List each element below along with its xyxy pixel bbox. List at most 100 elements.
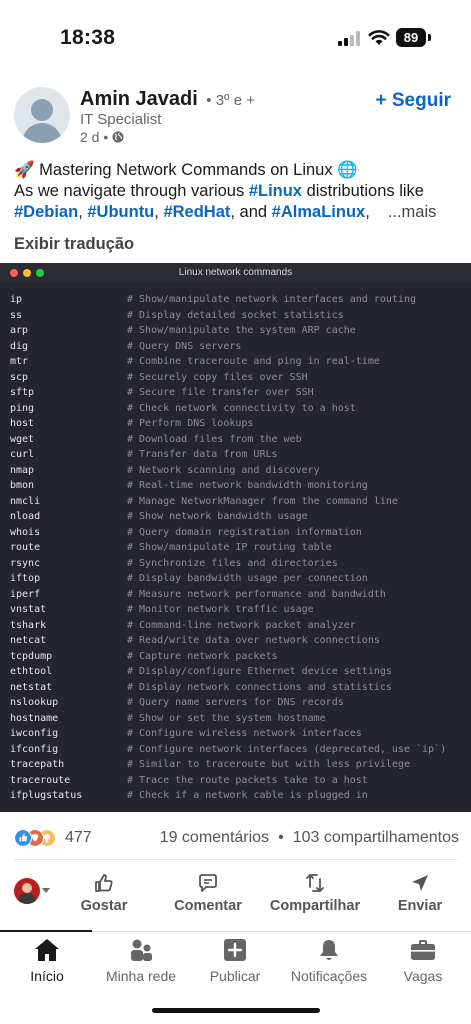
comment-icon [199,874,217,892]
terminal-command: route [10,542,41,553]
nav-home-label: Início [30,968,64,984]
chevron-down-icon[interactable] [42,888,50,893]
terminal-comment: # Read/write data over network connectio… [127,635,380,646]
nav-active-indicator [0,930,92,932]
terminal-command: nslookup [10,697,59,708]
comment-label: Comentar [174,898,242,914]
nav-jobs[interactable]: Vagas [376,938,470,984]
terminal-comment: # Measure network performance and bandwi… [127,588,386,600]
author-headline: IT Specialist [80,111,162,128]
follow-button[interactable]: + Seguir [376,90,452,112]
actor-avatar[interactable] [14,878,40,904]
post-meta: 2 d • [80,129,124,145]
terminal-comment: # Trace the route packets take to a host [127,774,368,786]
terminal-command: nmap [10,464,35,476]
terminal-comment: # Monitor network traffic usage [127,604,314,615]
terminal-command: tcpdump [10,650,53,662]
terminal-comment: # Command-line network packet analyzer [127,619,356,631]
share-count[interactable]: 103 compartilhamentos [293,829,459,846]
terminal-command: iwconfig [10,728,59,739]
terminal-line: vnstat # Monitor network traffic usage [10,602,465,618]
post-actions-bar: Gostar Comentar Compartilhar Enviar [0,870,471,920]
terminal-comment: # Network scanning and discovery [127,464,320,476]
terminal-command: netcat [10,635,47,646]
author-avatar[interactable] [14,87,70,143]
home-indicator [152,1008,320,1013]
bottom-navigation: Início Minha rede Publicar Notificações … [0,934,471,994]
terminal-command-list: ip # Show/manipulate network interfaces a… [10,292,465,804]
nav-home[interactable]: Início [0,938,94,984]
terminal-comment: # Check network connectivity to a host [127,402,356,414]
hashtag-almalinux[interactable]: #AlmaLinux [272,203,366,221]
terminal-line: bmon # Real-time network bandwidth monito… [10,478,465,494]
battery-indicator: 89 [396,28,426,47]
status-bar: 18:38 89 [0,0,471,70]
comment-count[interactable]: 19 comentários [160,829,269,846]
author-name[interactable]: Amin Javadi [80,88,198,110]
author-line: Amin Javadi • 3º e + [80,88,255,111]
terminal-line: dig # Query DNS servers [10,339,465,355]
nav-jobs-label: Vagas [403,968,443,984]
terminal-command: rsync [10,557,41,569]
repost-label: Compartilhar [269,898,361,914]
like-button[interactable]: Gostar [54,872,154,916]
terminal-command: arp [10,325,29,336]
terminal-line: curl # Transfer data from URLs [10,447,465,463]
terminal-comment: # Query domain registration information [127,526,362,538]
terminal-comment: # Securely copy files over SSH [127,371,308,383]
nav-my-network[interactable]: Minha rede [94,938,188,984]
hashtag-linux[interactable]: #Linux [249,182,302,200]
nav-post[interactable]: Publicar [188,938,282,984]
send-button[interactable]: Enviar [370,872,470,916]
terminal-title: Linux network commands [178,267,293,278]
hashtag-ubuntu[interactable]: #Ubuntu [87,203,154,221]
repost-button[interactable]: Compartilhar [264,872,366,916]
terminal-comment: # Real-time network bandwidth monitoring [127,480,368,491]
globe-icon [112,131,124,143]
terminal-command: ss [10,309,23,321]
nav-notifications-label: Notificações [290,968,368,984]
status-time: 18:38 [60,26,116,49]
terminal-line: tcpdump # Capture network packets [10,649,465,665]
bell-icon [320,940,338,960]
show-translation-link[interactable]: Exibir tradução [14,235,134,254]
reaction-icons[interactable] [14,829,62,849]
people-icon [131,939,152,961]
terminal-line: nslookup # Query name servers for DNS rec… [10,695,465,711]
terminal-command: vnstat [10,604,47,615]
terminal-command: tshark [10,619,47,631]
post-image-terminal[interactable]: Linux network commands ip # Show/manipula… [0,263,471,812]
terminal-line: ethtool # Display/configure Ethernet devi… [10,664,465,680]
terminal-line: ip # Show/manipulate network interfaces a… [10,292,465,308]
terminal-comment: # Show network bandwidth usage [127,511,308,522]
nav-notifications[interactable]: Notificações [282,938,376,984]
hashtag-debian[interactable]: #Debian [14,203,78,221]
reaction-count[interactable]: 477 [65,829,92,847]
hashtag-redhat[interactable]: #RedHat [163,203,230,221]
terminal-line: traceroute # Trace the route packets take… [10,773,465,789]
terminal-comment: # Secure file transfer over SSH [127,387,314,398]
comment-button[interactable]: Comentar [158,872,258,916]
terminal-command: traceroute [10,774,71,786]
terminal-command: iftop [10,573,41,584]
social-counts: 477 19 comentários • 103 compartilhamentos [14,828,459,850]
terminal-line: arp # Show/manipulate the system ARP cach… [10,323,465,339]
terminal-comment: # Display detailed socket statistics [127,309,344,321]
connection-degree: • 3º e + [206,92,255,109]
send-label: Enviar [397,898,443,914]
terminal-command: ifplugstatus [10,790,83,801]
see-more-link[interactable]: ...mais [388,203,437,221]
terminal-command: ping [10,402,35,414]
terminal-comment: # Transfer data from URLs [127,449,278,460]
engagement-counts: 19 comentários • 103 compartilhamentos [160,829,459,847]
terminal-command: nmcli [10,495,41,507]
terminal-comment: # Show/manipulate network interfaces and… [127,294,416,305]
terminal-command: ip [10,294,23,305]
terminal-comment: # Configure network interfaces (deprecat… [127,743,447,755]
terminal-comment: # Manage NetworkManager from the command… [127,495,398,507]
terminal-comment: # Query name servers for DNS records [127,697,344,708]
briefcase-icon [411,940,435,960]
terminal-comment: # Similar to traceroute but with less pr… [127,759,410,770]
terminal-command: ifconfig [10,743,59,755]
divider [14,859,457,860]
